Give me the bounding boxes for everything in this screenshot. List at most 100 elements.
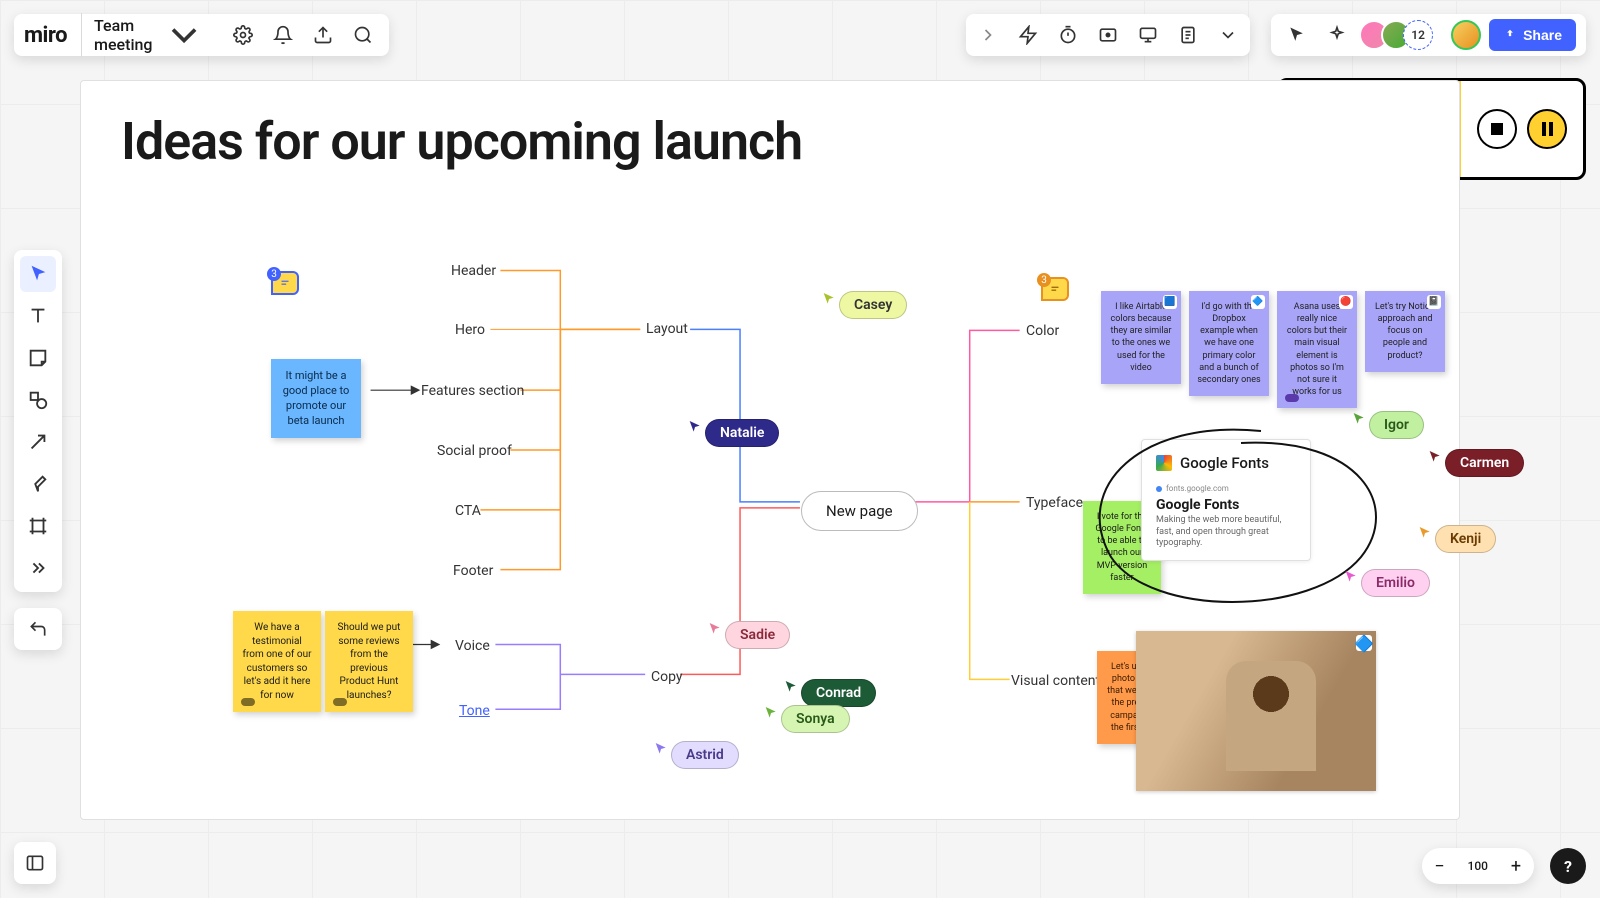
sticky-note[interactable]: We have a testimonial from one of our cu… xyxy=(233,611,321,712)
zoom-level[interactable]: 100 xyxy=(1458,859,1498,873)
timer-pause-button[interactable] xyxy=(1527,109,1567,149)
mindmap-root[interactable]: New page xyxy=(801,491,918,531)
zoom-out-button[interactable]: − xyxy=(1426,852,1454,880)
document-icon xyxy=(1178,25,1198,45)
node-header[interactable]: Header xyxy=(451,263,496,279)
more-apps-button[interactable] xyxy=(1212,19,1244,51)
voting-tool[interactable] xyxy=(1092,19,1124,51)
cursor-icon xyxy=(1417,525,1433,541)
sticky-text: I'd go with the Dropbox example when we … xyxy=(1197,302,1260,385)
top-left-toolbar: miro Team meeting xyxy=(14,14,389,56)
pen-tool[interactable] xyxy=(20,466,56,502)
notes-tool[interactable] xyxy=(1172,19,1204,51)
frames-panel-button[interactable] xyxy=(14,842,56,884)
campaign-photo[interactable]: 🔷 xyxy=(1136,631,1376,791)
comment-thread[interactable]: 3 xyxy=(1041,277,1069,301)
left-toolbox xyxy=(14,250,62,592)
bolt-tool[interactable] xyxy=(1012,19,1044,51)
my-avatar[interactable] xyxy=(1451,20,1481,50)
sticky-note[interactable]: 📓Let's try Notion approach and focus on … xyxy=(1365,291,1445,372)
cursor-label: Sadie xyxy=(725,621,790,649)
chevron-right-icon xyxy=(978,25,998,45)
sticky-tool[interactable] xyxy=(20,340,56,376)
gear-icon xyxy=(233,25,253,45)
cursor-kenji: Kenji xyxy=(1417,525,1496,553)
board-name-text: Team meeting xyxy=(94,16,152,54)
cursor-icon xyxy=(1427,449,1443,465)
cursor-astrid: Astrid xyxy=(653,741,739,769)
cursor-mode-button[interactable] xyxy=(1281,19,1313,51)
collapse-apps-button[interactable] xyxy=(972,19,1004,51)
node-color[interactable]: Color xyxy=(1026,323,1059,339)
frame-tool[interactable] xyxy=(20,508,56,544)
timer-icon xyxy=(1058,25,1078,45)
reactions-button[interactable] xyxy=(1321,19,1353,51)
comment-count: 3 xyxy=(267,267,281,281)
shape-tool[interactable] xyxy=(20,382,56,418)
gf-card-url: fonts.google.com xyxy=(1166,484,1229,493)
more-collaborators[interactable]: 12 xyxy=(1403,20,1433,50)
collaborator-avatars[interactable]: 12 xyxy=(1367,20,1433,50)
sticky-text: We have a testimonial from one of our cu… xyxy=(243,622,312,701)
sticky-text: Asana uses really nice colors but their … xyxy=(1287,302,1347,397)
sticky-note[interactable]: 🔴Asana uses really nice colors but their… xyxy=(1277,291,1357,408)
node-visual-content[interactable]: Visual content xyxy=(1011,673,1100,689)
sticky-text: Let's try Notion approach and focus on p… xyxy=(1375,302,1435,361)
canvas-frame[interactable]: Ideas for our upcoming launch New page L… xyxy=(80,80,1460,820)
cursor-icon xyxy=(707,621,723,637)
arrow-tool[interactable] xyxy=(20,424,56,460)
comment-icon xyxy=(1048,282,1062,296)
node-social-proof[interactable]: Social proof xyxy=(437,443,512,459)
settings-button[interactable] xyxy=(227,19,259,51)
board-name[interactable]: Team meeting xyxy=(81,13,219,57)
sparkle-icon xyxy=(1327,25,1347,45)
dropbox-icon: 🔷 xyxy=(1356,635,1372,651)
frame-icon xyxy=(27,515,49,537)
cursor-casey: Casey xyxy=(821,291,907,319)
sticky-note[interactable]: 🟦I like Airtable colors because they are… xyxy=(1101,291,1181,384)
cursor-icon xyxy=(1343,569,1359,585)
node-copy[interactable]: Copy xyxy=(651,669,683,685)
timer-tool[interactable] xyxy=(1052,19,1084,51)
node-tone[interactable]: Tone xyxy=(459,703,490,719)
node-voice[interactable]: Voice xyxy=(455,638,490,654)
timer-stop-button[interactable] xyxy=(1477,109,1517,149)
frame-title: Ideas for our upcoming launch xyxy=(121,111,802,172)
sticky-note[interactable]: 🔷I'd go with the Dropbox example when we… xyxy=(1189,291,1269,396)
cursor-label: Emilio xyxy=(1361,569,1430,597)
sticky-note[interactable]: Should we put some reviews from the prev… xyxy=(325,611,413,712)
text-tool[interactable] xyxy=(20,298,56,334)
notifications-button[interactable] xyxy=(267,19,299,51)
share-button[interactable]: Share xyxy=(1489,19,1576,51)
top-apps-toolbar xyxy=(966,14,1250,56)
export-button[interactable] xyxy=(307,19,339,51)
more-tools[interactable] xyxy=(20,550,56,586)
select-tool[interactable] xyxy=(20,256,56,292)
cursor-conrad: Conrad xyxy=(783,679,876,707)
comment-thread[interactable]: 3 xyxy=(271,271,299,295)
node-cta[interactable]: CTA xyxy=(455,503,481,519)
cursor-sadie: Sadie xyxy=(707,621,790,649)
zoom-in-button[interactable]: + xyxy=(1502,852,1530,880)
cursor-icon xyxy=(1351,411,1367,427)
node-footer[interactable]: Footer xyxy=(453,563,493,579)
node-layout[interactable]: Layout xyxy=(646,321,688,337)
cursor-label: Natalie xyxy=(705,419,779,447)
google-logo-icon xyxy=(1156,455,1172,471)
cursor-icon xyxy=(821,291,837,307)
cursor-label: Casey xyxy=(839,291,907,319)
sticky-note[interactable]: It might be a good place to promote our … xyxy=(271,359,361,438)
text-icon xyxy=(27,305,49,327)
node-hero[interactable]: Hero xyxy=(455,322,485,338)
undo-button[interactable] xyxy=(14,608,62,650)
node-features[interactable]: Features section xyxy=(421,383,524,399)
cursor-label: Conrad xyxy=(801,679,876,707)
comment-icon xyxy=(278,276,292,290)
node-typeface[interactable]: Typeface xyxy=(1026,495,1083,511)
google-fonts-card[interactable]: Google Fonts fonts.google.com Google Fon… xyxy=(1141,439,1311,561)
present-tool[interactable] xyxy=(1132,19,1164,51)
search-button[interactable] xyxy=(347,19,379,51)
help-button[interactable]: ? xyxy=(1550,848,1586,884)
frames-panel-icon xyxy=(25,853,45,873)
miro-logo[interactable]: miro xyxy=(24,23,67,48)
